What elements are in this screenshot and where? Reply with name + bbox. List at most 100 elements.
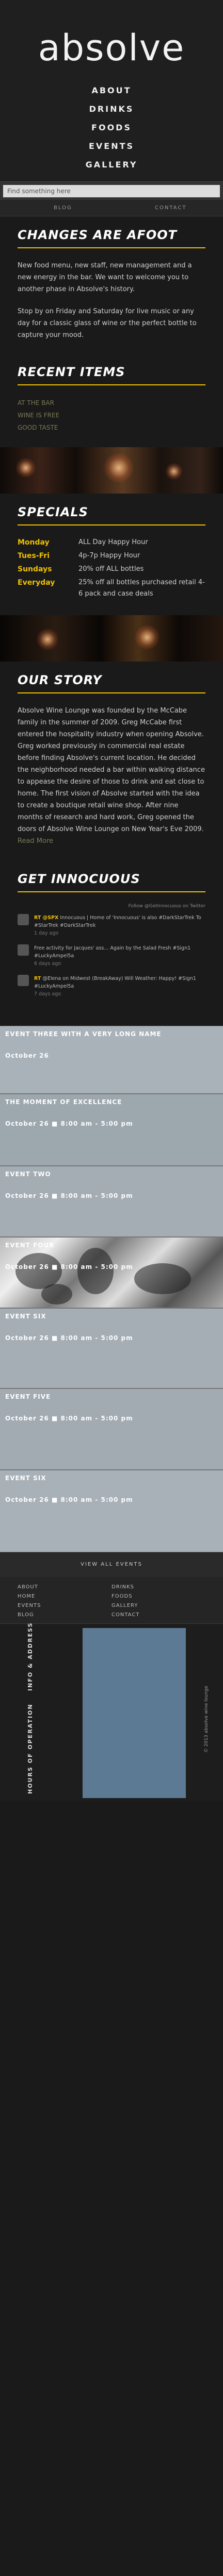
event-date: October 26 ■ 8:00 am - 5:00 pm: [5, 1263, 133, 1270]
tweet-text: RT @Elena on Midwest (BreakAway) Will We…: [34, 975, 205, 998]
tweet-time: 1 day ago: [34, 930, 59, 936]
footer-drinks[interactable]: DRINKS: [112, 1584, 134, 1590]
search-input[interactable]: [3, 185, 220, 197]
map-image[interactable]: [83, 1628, 186, 1798]
recent-item[interactable]: GOOD TASTE: [18, 421, 205, 434]
section-divider: [18, 891, 205, 892]
nav-foods[interactable]: FOODS: [0, 118, 223, 137]
section-divider: [18, 384, 205, 385]
event-title[interactable]: EVENT FIVE: [5, 1393, 51, 1400]
view-all-bar: VIEW ALL EVENTS: [0, 1552, 223, 1577]
wine-photo-strip: [0, 615, 223, 662]
specials-desc: 20% off ALL bottles: [78, 565, 144, 573]
specials-desc: ALL Day Happy Hour: [78, 538, 148, 546]
event-title[interactable]: EVENT SIX: [5, 1475, 46, 1482]
tweet-item: RT @SPX Innocuous | Home of 'Innocuous' …: [18, 914, 205, 937]
contact-link[interactable]: CONTACT: [155, 205, 186, 211]
twitter-icon: [18, 975, 29, 986]
specials-title: SPECIALS: [18, 505, 88, 519]
changes-paragraph-2: Stop by on Friday and Saturday for live …: [18, 308, 197, 339]
nav-drinks[interactable]: DRINKS: [0, 100, 223, 118]
specials-row: Tues-Fri 4p-7p Happy Hour: [18, 550, 205, 562]
footer-info: INFO & ADDRESS HOURS OF OPERATION © 2013…: [0, 1622, 223, 1801]
footer-about[interactable]: ABOUT: [18, 1584, 38, 1590]
event-date: October 26: [5, 1052, 49, 1059]
site-footer: ABOUT HOME EVENTS BLOG DRINKS FOODS GALL…: [0, 1577, 223, 1801]
tweet-time: 7 days ago: [34, 991, 61, 997]
footer-blog[interactable]: BLOG: [18, 1612, 34, 1618]
recent-item[interactable]: WINE IS FREE: [18, 409, 205, 421]
event-date: October 26 ■ 8:00 am - 5:00 pm: [5, 1192, 133, 1199]
tweet-text: Free activity for Jacques' ass... Again …: [34, 944, 205, 968]
hours-label[interactable]: HOURS OF OPERATION: [27, 1703, 34, 1794]
specials-days: Monday: [18, 538, 50, 547]
changes-section: CHANGES ARE AFOOT New food menu, new sta…: [0, 216, 223, 353]
event-title[interactable]: THE MOMENT OF EXCELLENCE: [5, 1098, 122, 1106]
footer-foods[interactable]: FOODS: [112, 1594, 133, 1599]
search-bar: [0, 181, 223, 200]
specials-row: Monday ALL Day Happy Hour: [18, 537, 205, 548]
story-title: OUR STORY: [18, 673, 102, 687]
event-title[interactable]: EVENT THREE WITH A VERY LONG NAME: [5, 1030, 162, 1038]
info-address-label[interactable]: INFO & ADDRESS: [27, 1622, 34, 1691]
specials-desc: 4p-7p Happy Hour: [78, 552, 140, 560]
follow-link[interactable]: Follow @GetInnocuous on Twitter: [18, 904, 205, 909]
event-card[interactable]: EVENT SIX October 26 ■ 8:00 am - 5:00 pm: [0, 1308, 223, 1388]
tweet-body: Innocuous | Home of 'Innocuous' is also …: [34, 915, 201, 928]
footer-links: ABOUT HOME EVENTS BLOG DRINKS FOODS GALL…: [0, 1577, 223, 1623]
main-nav: ABOUT DRINKS FOODS EVENTS GALLERY: [0, 81, 223, 174]
event-card[interactable]: EVENT THREE WITH A VERY LONG NAME October…: [0, 1026, 223, 1094]
nav-about[interactable]: ABOUT: [0, 81, 223, 100]
tweet-handle[interactable]: RT: [34, 976, 41, 981]
specials-days: Tues-Fri: [18, 552, 50, 560]
tweet-item: Free activity for Jacques' ass... Again …: [18, 944, 205, 968]
event-date: October 26 ■ 8:00 am - 5:00 pm: [5, 1496, 133, 1503]
site-logo[interactable]: absolve: [0, 27, 223, 69]
recent-item[interactable]: AT THE BAR: [18, 397, 205, 409]
section-divider: [18, 247, 205, 248]
tweet-handle[interactable]: RT @SPX: [34, 915, 58, 921]
innocuous-title: GET INNOCUOUS: [18, 872, 140, 886]
footer-gallery[interactable]: GALLERY: [112, 1603, 138, 1608]
event-title[interactable]: EVENT TWO: [5, 1171, 51, 1178]
event-title[interactable]: EVENT FOUR: [5, 1242, 54, 1249]
tweet-body: Free activity for Jacques' ass... Again …: [34, 945, 191, 959]
event-card[interactable]: THE MOMENT OF EXCELLENCE October 26 ■ 8:0…: [0, 1094, 223, 1166]
twitter-icon: [18, 944, 29, 956]
tweet-text: RT @SPX Innocuous | Home of 'Innocuous' …: [34, 914, 205, 937]
event-title[interactable]: EVENT SIX: [5, 1313, 46, 1320]
tweet-body: @Elena on Midwest (BreakAway) Will Weath…: [34, 976, 196, 989]
specials-days: Everyday: [18, 579, 55, 587]
footer-contact[interactable]: CONTACT: [112, 1612, 139, 1618]
changes-paragraph-1: New food menu, new staff, new management…: [18, 262, 192, 293]
event-date: October 26 ■ 8:00 am - 5:00 pm: [5, 1415, 133, 1422]
nav-gallery[interactable]: GALLERY: [0, 156, 223, 174]
read-more-link[interactable]: Read More: [18, 837, 53, 845]
view-all-events-link[interactable]: VIEW ALL EVENTS: [81, 1562, 142, 1567]
event-card[interactable]: EVENT SIX October 26 ■ 8:00 am - 5:00 pm: [0, 1470, 223, 1552]
event-date: October 26 ■ 8:00 am - 5:00 pm: [5, 1334, 133, 1342]
event-card[interactable]: EVENT FOUR October 26 ■ 8:00 am - 5:00 pm: [0, 1237, 223, 1308]
specials-row: Everyday 25% off all bottles purchased r…: [18, 577, 205, 600]
section-divider: [18, 692, 205, 693]
nav-events[interactable]: EVENTS: [0, 137, 223, 156]
footer-home[interactable]: HOME: [18, 1594, 35, 1599]
event-date: October 26 ■ 8:00 am - 5:00 pm: [5, 1120, 133, 1127]
specials-desc: 25% off all bottles purchased retail 4-6…: [78, 579, 205, 598]
specials-section: SPECIALS Monday ALL Day Happy Hour Tues-…: [0, 494, 223, 615]
tweet-time: 6 days ago: [34, 961, 61, 967]
recent-items-list: AT THE BAR WINE IS FREE GOOD TASTE: [18, 397, 205, 434]
event-card[interactable]: EVENT FIVE October 26 ■ 8:00 am - 5:00 pm: [0, 1388, 223, 1470]
twitter-icon: [18, 914, 29, 925]
story-section: OUR STORY Absolve Wine Lounge was founde…: [0, 662, 223, 860]
tweet-item: RT @Elena on Midwest (BreakAway) Will We…: [18, 975, 205, 998]
blog-link[interactable]: BLOG: [54, 205, 72, 211]
specials-row: Sundays 20% off ALL bottles: [18, 564, 205, 575]
footer-events[interactable]: EVENTS: [18, 1603, 41, 1608]
events-list: EVENT THREE WITH A VERY LONG NAME October…: [0, 1026, 223, 1552]
changes-title: CHANGES ARE AFOOT: [18, 228, 178, 242]
recent-items-section: RECENT ITEMS AT THE BAR WINE IS FREE GOO…: [0, 353, 223, 447]
secondary-nav: BLOG CONTACT: [0, 200, 223, 216]
recent-items-title: RECENT ITEMS: [18, 365, 125, 379]
event-card[interactable]: EVENT TWO October 26 ■ 8:00 am - 5:00 pm: [0, 1166, 223, 1237]
